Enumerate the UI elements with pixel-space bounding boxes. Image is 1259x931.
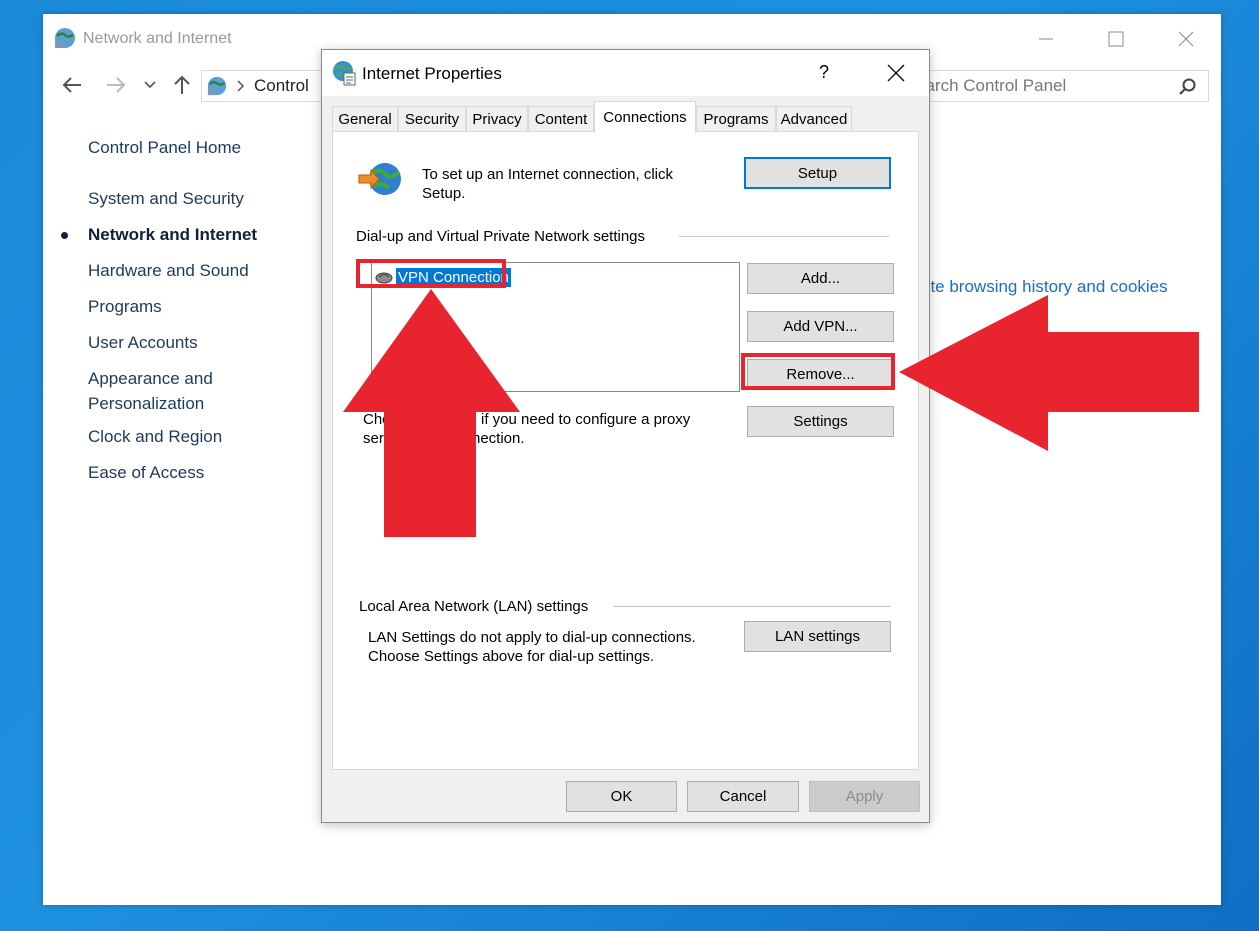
sidebar-item-network-internet: Network and Internet: [61, 223, 258, 247]
lan-text-line1: LAN Settings do not apply to dial-up con…: [368, 629, 696, 646]
dialog-footer: OK Cancel Apply: [322, 775, 929, 823]
tab-connections[interactable]: Connections: [594, 101, 696, 133]
cancel-button[interactable]: Cancel: [687, 781, 799, 812]
add-button[interactable]: Add...: [747, 263, 894, 294]
help-button[interactable]: ?: [819, 62, 829, 83]
group-divider: [613, 606, 891, 607]
maximize-button[interactable]: [1093, 24, 1139, 54]
sidebar-item-appearance[interactable]: Appearance and: [88, 367, 213, 391]
remove-highlight-box: [741, 353, 895, 390]
network-globe-icon: [207, 76, 227, 96]
vpn-highlight-box: [356, 259, 506, 288]
sidebar-item-clock-region[interactable]: Clock and Region: [88, 425, 222, 449]
dialog-title: Internet Properties: [362, 64, 502, 83]
address-text: Control: [254, 76, 309, 95]
cp-window-title: Network and Internet: [83, 30, 232, 47]
sidebar-item-hardware-sound[interactable]: Hardware and Sound: [88, 259, 249, 283]
setup-text-line2: Setup.: [422, 185, 466, 202]
internet-properties-dialog: Internet Properties ? General Security P…: [321, 49, 930, 823]
proxy-text-line2-start: ser: [363, 430, 384, 447]
ok-button[interactable]: OK: [566, 781, 677, 812]
sidebar-item-programs[interactable]: Programs: [88, 295, 162, 319]
tab-programs[interactable]: Programs: [696, 106, 776, 132]
search-input[interactable]: earch Control Panel: [905, 70, 1209, 102]
connections-panel: To set up an Internet connection, click …: [332, 131, 919, 770]
apply-button: Apply: [809, 781, 920, 812]
sidebar-item-label: Network and Internet: [88, 225, 258, 244]
proxy-text-line1-start: Cho: [363, 411, 391, 428]
sidebar-item-user-accounts[interactable]: User Accounts: [88, 331, 198, 355]
sidebar-item-ease-of-access[interactable]: Ease of Access: [88, 461, 204, 485]
maximize-icon: [1108, 31, 1124, 47]
up-arrow-icon[interactable]: [171, 74, 193, 96]
forward-arrow-icon[interactable]: [105, 74, 127, 96]
add-vpn-button[interactable]: Add VPN...: [747, 311, 894, 342]
setup-button[interactable]: Setup: [744, 157, 891, 189]
group-divider: [679, 236, 889, 237]
dialog-close-icon[interactable]: [887, 64, 905, 82]
back-arrow-icon[interactable]: [61, 74, 83, 96]
tab-content[interactable]: Content: [528, 106, 594, 132]
recent-locations-chevron-icon[interactable]: [143, 80, 157, 90]
tab-privacy[interactable]: Privacy: [466, 106, 528, 132]
lan-group-header: Local Area Network (LAN) settings: [359, 598, 589, 615]
lan-settings-button[interactable]: LAN settings: [744, 621, 891, 652]
sidebar-item-personalization[interactable]: Personalization: [88, 392, 204, 416]
minimize-icon: [1039, 38, 1053, 40]
tab-security[interactable]: Security: [398, 106, 466, 132]
lan-text-line2: Choose Settings above for dial-up settin…: [368, 648, 655, 665]
search-icon[interactable]: [1178, 77, 1198, 97]
close-button[interactable]: [1163, 24, 1209, 54]
close-icon: [1178, 31, 1194, 47]
internet-options-icon: [333, 61, 356, 86]
tab-advanced[interactable]: Advanced: [776, 106, 852, 132]
dialog-titlebar: Internet Properties ?: [322, 50, 929, 96]
connect-globe-icon: [358, 163, 401, 195]
proxy-text-line2-end: nection.: [472, 430, 525, 447]
proxy-text-line1-end: if you need to configure a proxy: [481, 411, 691, 428]
sidebar-item-control-panel-home[interactable]: Control Panel Home: [88, 136, 241, 160]
setup-text-line1: To set up an Internet connection, click: [422, 166, 673, 183]
tab-general[interactable]: General: [332, 106, 398, 132]
network-globe-icon: [55, 28, 75, 48]
delete-browsing-history-link[interactable]: ete browsing history and cookies: [921, 277, 1168, 297]
current-item-bullet: [61, 232, 68, 239]
settings-button[interactable]: Settings: [747, 406, 894, 437]
breadcrumb-chevron-icon: [237, 80, 245, 92]
search-placeholder: earch Control Panel: [916, 76, 1067, 95]
sidebar-item-system-security[interactable]: System and Security: [88, 187, 244, 211]
dialup-group-header: Dial-up and Virtual Private Network sett…: [356, 228, 646, 245]
minimize-button[interactable]: [1023, 24, 1069, 54]
